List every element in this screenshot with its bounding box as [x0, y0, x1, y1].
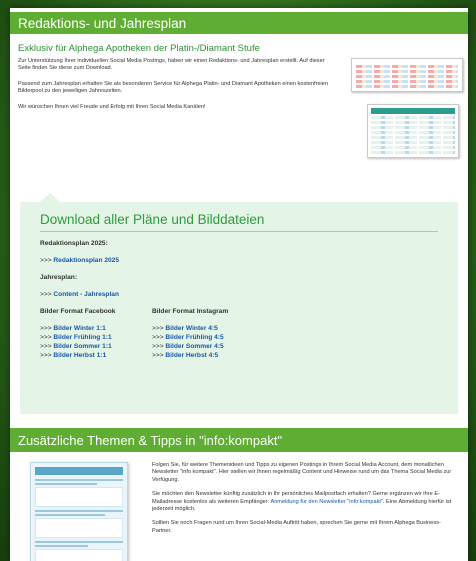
instagram-herbst-link[interactable]: >>> Bilder Herbst 4:5: [152, 352, 264, 359]
facebook-herbst-link[interactable]: >>> Bilder Herbst 1:1: [40, 352, 152, 359]
link-arrows: >>>: [40, 334, 52, 341]
facebook-format-label: Bilder Format Facebook: [40, 308, 116, 315]
content-page: Redaktions- und Jahresplan Exklusiv für …: [10, 8, 468, 561]
download-title: Download aller Pläne und Bilddateien: [40, 212, 265, 227]
facebook-sommer-link-text: Bilder Sommer 1:1: [53, 343, 112, 350]
link-arrows: >>>: [152, 352, 164, 359]
download-divider: [40, 231, 438, 232]
facebook-winter-link[interactable]: >>> Bilder Winter 1:1: [40, 325, 152, 332]
facebook-sommer-link[interactable]: >>> Bilder Sommer 1:1: [40, 343, 152, 350]
download-section: Download aller Pläne und Bilddateien Red…: [20, 193, 458, 414]
jahresplan-label: Jahresplan:: [40, 274, 78, 281]
instagram-format-label: Bilder Format Instagram: [152, 308, 229, 315]
intro-section: Exklusiv für Alphega Apotheken der Plati…: [10, 34, 468, 194]
link-arrows: >>>: [152, 325, 164, 332]
image-format-columns: Bilder Format Facebook >>> Bilder Winter…: [40, 308, 438, 361]
page-title: Redaktions- und Jahresplan: [18, 15, 187, 31]
facebook-winter-link-text: Bilder Winter 1:1: [53, 325, 106, 332]
newsletter-preview-image: [30, 462, 128, 561]
instagram-winter-link[interactable]: >>> Bilder Winter 4:5: [152, 325, 264, 332]
redaktionsplan-label: Redaktionsplan 2025:: [40, 240, 108, 247]
jahresplan-link-text: Content - Jahresplan: [53, 291, 119, 298]
tips-paragraph-1: Folgen Sie, für weitere Themenideen und …: [152, 462, 452, 483]
facebook-herbst-link-text: Bilder Herbst 1:1: [53, 352, 107, 359]
instagram-fruehling-link[interactable]: >>> Bilder Frühling 4:5: [152, 334, 264, 341]
jahresplan-preview-image: [367, 104, 459, 158]
newsletter-signup-link[interactable]: Anmeldung für den Newsletter "info:kompa…: [270, 499, 382, 505]
link-arrows: >>>: [40, 325, 52, 332]
tips-text: Folgen Sie, für weitere Themenideen und …: [152, 462, 458, 561]
facebook-fruehling-link[interactable]: >>> Bilder Frühling 1:1: [40, 334, 152, 341]
facebook-column: Bilder Format Facebook >>> Bilder Winter…: [40, 308, 152, 361]
page-title-bar: Redaktions- und Jahresplan: [10, 12, 468, 34]
link-arrows: >>>: [40, 291, 52, 298]
link-arrows: >>>: [40, 352, 52, 359]
instagram-herbst-link-text: Bilder Herbst 4:5: [165, 352, 219, 359]
link-arrows: >>>: [152, 334, 164, 341]
instagram-sommer-link[interactable]: >>> Bilder Sommer 4:5: [152, 343, 264, 350]
jahresplan-link[interactable]: >>> Content - Jahresplan: [40, 291, 438, 298]
redaktionsplan-link[interactable]: >>> Redaktionsplan 2025: [40, 257, 438, 264]
tips-section: Folgen Sie, für weitere Themenideen und …: [10, 452, 468, 561]
link-arrows: >>>: [40, 257, 52, 264]
tips-paragraph-2: Sie möchten den Newsletter künftig zusät…: [152, 491, 458, 513]
facebook-fruehling-link-text: Bilder Frühling 1:1: [53, 334, 112, 341]
link-arrows: >>>: [40, 343, 52, 350]
redaktionsplan-preview-image: [351, 58, 463, 92]
intro-paragraph-3: Wir wünschen Ihnen viel Freude und Erfol…: [18, 103, 206, 110]
tips-title-bar: Zusätzliche Themen & Tipps in "info:komp…: [10, 428, 468, 452]
link-arrows: >>>: [152, 343, 164, 350]
instagram-sommer-link-text: Bilder Sommer 4:5: [165, 343, 224, 350]
instagram-winter-link-text: Bilder Winter 4:5: [165, 325, 218, 332]
intro-paragraph-1: Zur Unterstützung Ihrer individuellen So…: [18, 58, 325, 72]
instagram-fruehling-link-text: Bilder Frühling 4:5: [165, 334, 224, 341]
tips-paragraph-3: Sollten Sie noch Fragen rund um Ihren So…: [152, 520, 441, 534]
intro-subtitle: Exklusiv für Alphega Apotheken der Plati…: [18, 43, 260, 54]
intro-paragraph-2: Passend zum Jahresplan erhalten Sie als …: [18, 80, 329, 95]
tips-title: Zusätzliche Themen & Tipps in "info:komp…: [18, 432, 283, 448]
redaktionsplan-link-text: Redaktionsplan 2025: [53, 257, 120, 264]
instagram-column: Bilder Format Instagram >>> Bilder Winte…: [152, 308, 264, 361]
